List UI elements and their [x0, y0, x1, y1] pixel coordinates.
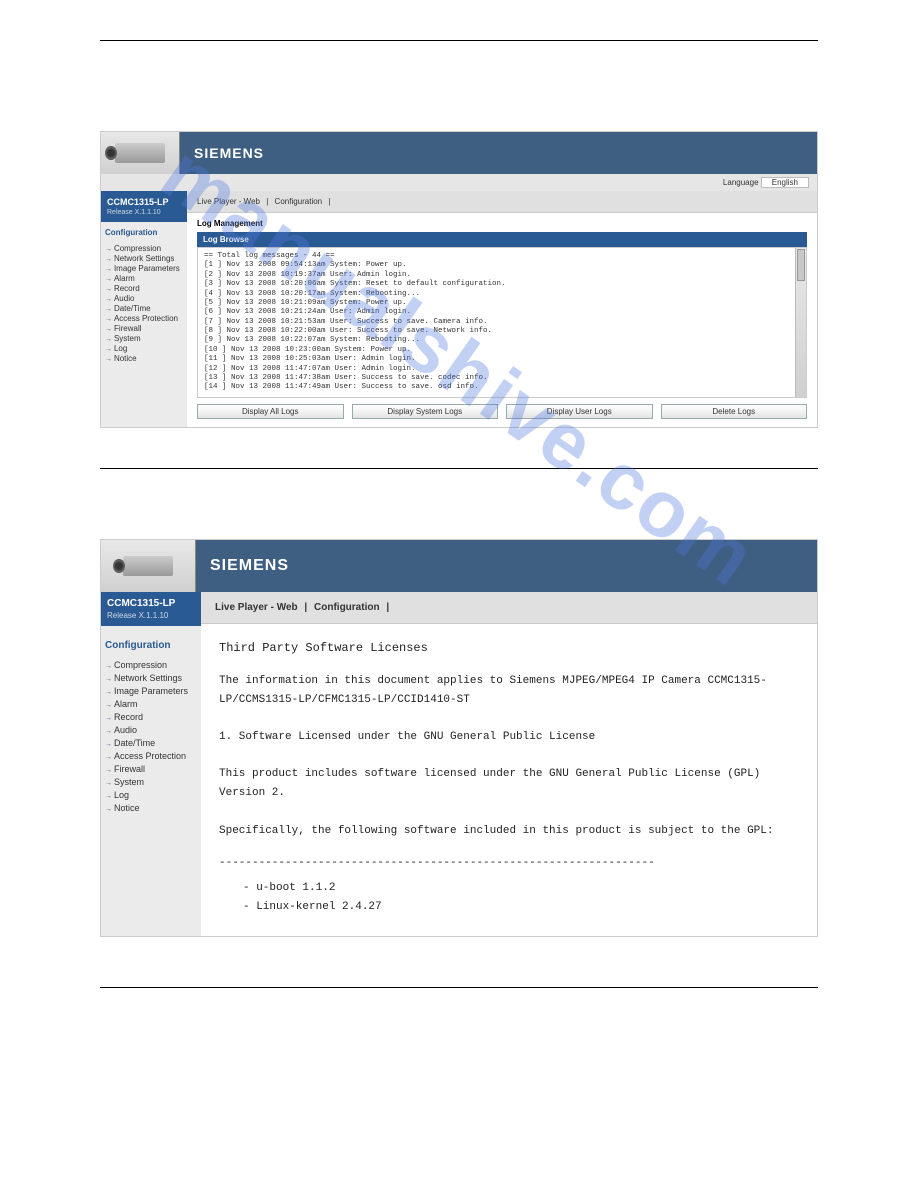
- main-panel: Live Player - Web | Configuration | Log …: [187, 191, 817, 427]
- model-label: CCMC1315-LP: [101, 592, 201, 611]
- sidebar-item-system[interactable]: System: [105, 777, 197, 787]
- display-system-logs-button[interactable]: Display System Logs: [352, 404, 499, 419]
- display-user-logs-button[interactable]: Display User Logs: [506, 404, 653, 419]
- sidebar-item-notice[interactable]: Notice: [105, 354, 183, 363]
- scrollbar[interactable]: [795, 248, 806, 397]
- sidebar-item-datetime[interactable]: Date/Time: [105, 738, 197, 748]
- tab-sep2: |: [386, 602, 389, 613]
- sidebar-item-datetime[interactable]: Date/Time: [105, 304, 183, 313]
- language-label: Language: [723, 178, 759, 187]
- notice-content: Third Party Software Licenses The inform…: [201, 624, 817, 937]
- brand-label: SIEMENS: [180, 132, 817, 174]
- sidebar-item-access[interactable]: Access Protection: [105, 314, 183, 323]
- tab-sep2: |: [328, 197, 330, 206]
- log-viewer: == Total log messages - 44 == [1 ] Nov 1…: [197, 247, 807, 398]
- sidebar-item-network[interactable]: Network Settings: [105, 673, 197, 683]
- manual-page: SIEMENS Language English CCMC1315-LP Rel…: [0, 0, 918, 1068]
- brand-label: SIEMENS: [196, 540, 817, 592]
- sidebar-item-log[interactable]: Log: [105, 344, 183, 353]
- sidebar-item-system[interactable]: System: [105, 334, 183, 343]
- release-label: Release X.1.1.10: [101, 611, 201, 626]
- tab-bar: Live Player - Web | Configuration |: [187, 191, 817, 213]
- delete-logs-button[interactable]: Delete Logs: [661, 404, 808, 419]
- sidebar-item-alarm[interactable]: Alarm: [105, 274, 183, 283]
- notice-item2: - Linux-kernel 2.4.27: [243, 898, 799, 917]
- app-header: SIEMENS: [101, 132, 817, 174]
- sidebar-item-audio[interactable]: Audio: [105, 725, 197, 735]
- tab-configuration[interactable]: Configuration: [275, 197, 323, 206]
- sidebar-item-access[interactable]: Access Protection: [105, 751, 197, 761]
- notice-p2: This product includes software licensed …: [219, 765, 799, 802]
- sidebar-item-alarm[interactable]: Alarm: [105, 699, 197, 709]
- sidebar-item-log[interactable]: Log: [105, 790, 197, 800]
- sidebar-item-audio[interactable]: Audio: [105, 294, 183, 303]
- sidebar-item-image[interactable]: Image Parameters: [105, 264, 183, 273]
- log-line: [10 ] Nov 13 2008 10:23:00am System: Pow…: [204, 346, 792, 355]
- camera-thumbnail: [101, 540, 196, 592]
- app-header: SIEMENS: [101, 540, 817, 592]
- release-label: Release X.1.1.10: [101, 209, 187, 222]
- tab-liveplayer[interactable]: Live Player - Web: [215, 602, 298, 613]
- screenshot-notice: SIEMENS CCMC1315-LP Release X.1.1.10 Con…: [100, 539, 818, 938]
- sidebar-item-record[interactable]: Record: [105, 284, 183, 293]
- log-line: [13 ] Nov 13 2008 11:47:38am User: Succe…: [204, 374, 792, 383]
- tab-sep: |: [304, 602, 307, 613]
- log-line: [4 ] Nov 13 2008 10:20:17am System: Rebo…: [204, 290, 792, 299]
- tab-bar: Live Player - Web | Configuration |: [201, 592, 817, 624]
- sidebar-item-network[interactable]: Network Settings: [105, 254, 183, 263]
- log-line: [11 ] Nov 13 2008 10:25:03am User: Admin…: [204, 355, 792, 364]
- log-line: [2 ] Nov 13 2008 10:19:37am User: Admin …: [204, 271, 792, 280]
- log-buttons: Display All Logs Display System Logs Dis…: [187, 398, 817, 427]
- notice-p3: Specifically, the following software inc…: [219, 822, 799, 841]
- language-bar: Language English: [101, 174, 817, 191]
- sidebar-item-firewall[interactable]: Firewall: [105, 764, 197, 774]
- log-line: [8 ] Nov 13 2008 10:22:00am User: Succes…: [204, 327, 792, 336]
- tab-sep: |: [266, 197, 268, 206]
- sidebar-item-notice[interactable]: Notice: [105, 803, 197, 813]
- notice-p1: The information in this document applies…: [219, 672, 799, 709]
- sidebar-item-compression[interactable]: Compression: [105, 244, 183, 253]
- log-line: [14 ] Nov 13 2008 11:47:49am User: Succe…: [204, 383, 792, 392]
- language-select[interactable]: English: [761, 177, 809, 188]
- log-line: [6 ] Nov 13 2008 10:21:24am User: Admin …: [204, 308, 792, 317]
- sidebar: CCMC1315-LP Release X.1.1.10 Configurati…: [101, 592, 201, 937]
- model-label: CCMC1315-LP: [101, 191, 187, 209]
- log-line: == Total log messages - 44 ==: [204, 252, 792, 261]
- sidebar: CCMC1315-LP Release X.1.1.10 Configurati…: [101, 191, 187, 427]
- log-browse-header: Log Browse: [197, 232, 807, 247]
- log-line: [3 ] Nov 13 2008 10:20:06am System: Rese…: [204, 280, 792, 289]
- notice-divider: ----------------------------------------…: [219, 854, 799, 873]
- notice-item1: - u-boot 1.1.2: [243, 879, 799, 898]
- notice-title: Third Party Software Licenses: [219, 638, 799, 658]
- config-heading: Configuration: [101, 222, 187, 239]
- sidebar-item-image[interactable]: Image Parameters: [105, 686, 197, 696]
- camera-thumbnail: [101, 132, 180, 174]
- tab-liveplayer[interactable]: Live Player - Web: [197, 197, 260, 206]
- config-heading: Configuration: [101, 626, 201, 653]
- sidebar-item-record[interactable]: Record: [105, 712, 197, 722]
- tab-configuration[interactable]: Configuration: [314, 602, 380, 613]
- mid-rule: [100, 468, 818, 469]
- sidebar-item-compression[interactable]: Compression: [105, 660, 197, 670]
- display-all-logs-button[interactable]: Display All Logs: [197, 404, 344, 419]
- log-line: [7 ] Nov 13 2008 10:21:53am User: Succes…: [204, 318, 792, 327]
- bottom-rule: [100, 987, 818, 988]
- log-line: [9 ] Nov 13 2008 10:22:07am System: Rebo…: [204, 336, 792, 345]
- top-rule: [100, 40, 818, 41]
- log-line: [1 ] Nov 13 2008 09:54:13am System: Powe…: [204, 261, 792, 270]
- sidebar-item-firewall[interactable]: Firewall: [105, 324, 183, 333]
- main-panel: Live Player - Web | Configuration | Thir…: [201, 592, 817, 937]
- log-line: [12 ] Nov 13 2008 11:47:07am User: Admin…: [204, 365, 792, 374]
- log-lines: == Total log messages - 44 == [1 ] Nov 1…: [198, 248, 806, 397]
- log-line: [5 ] Nov 13 2008 10:21:09am System: Powe…: [204, 299, 792, 308]
- notice-li1: 1. Software Licensed under the GNU Gener…: [219, 728, 799, 747]
- page-title: Log Management: [187, 213, 817, 232]
- screenshot-log: SIEMENS Language English CCMC1315-LP Rel…: [100, 131, 818, 428]
